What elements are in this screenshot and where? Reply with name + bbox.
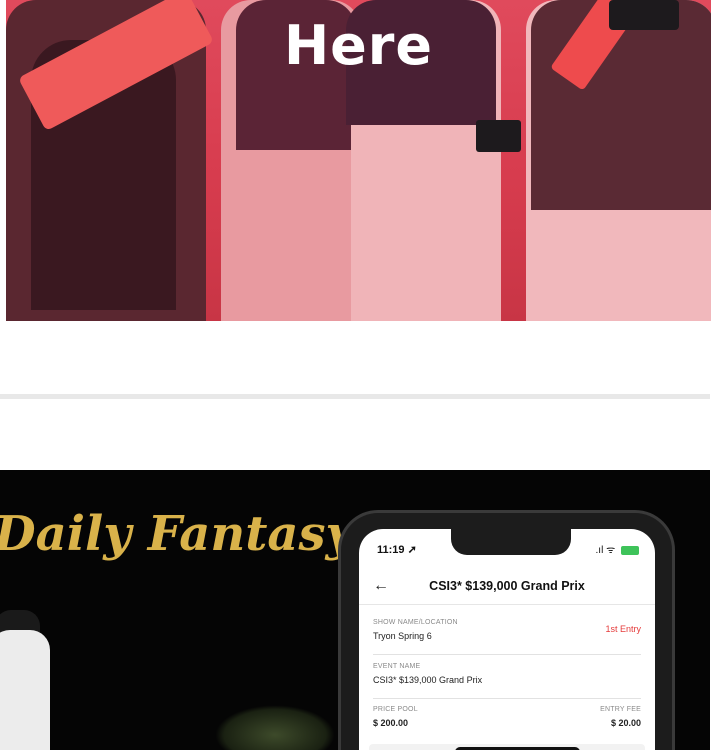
phone-notch xyxy=(451,529,571,555)
phone-screen: 11:19 ➚ .ıl ᯤ ← CSI3* $139,000 Grand Pri… xyxy=(359,529,655,750)
status-time: 11:19 ➚ xyxy=(377,544,417,556)
event-name-value: CSI3* $139,000 Grand Prix xyxy=(373,675,483,685)
section-divider xyxy=(0,394,710,399)
phone-mockup: 11:19 ➚ .ıl ᯤ ← CSI3* $139,000 Grand Pri… xyxy=(338,510,675,750)
status-icons: .ıl ᯤ xyxy=(596,542,639,556)
hero-banner[interactable]: Here xyxy=(6,0,711,321)
entry-badge: 1st Entry xyxy=(605,624,641,634)
entry-fee-wrap: ENTRY FEE $ 20.00 xyxy=(600,706,641,728)
app-header-title: CSI3* $139,000 Grand Prix xyxy=(429,579,585,593)
palm-tree xyxy=(215,705,335,750)
hero-trophy-plaque xyxy=(476,120,521,152)
rider-figure xyxy=(0,630,50,750)
battery-icon xyxy=(621,545,639,555)
entry-badge-wrap: 1st Entry xyxy=(605,619,641,637)
show-name-field: SHOW NAME/LOCATION Tryon Spring 6 1st En… xyxy=(373,619,641,655)
entry-fee-value: $ 20.00 xyxy=(610,718,641,728)
event-name-field: EVENT NAME CSI3* $139,000 Grand Prix xyxy=(373,663,641,699)
promo-title: Daily Fantasy xyxy=(0,506,354,562)
show-name-label: SHOW NAME/LOCATION xyxy=(373,619,458,626)
entry-fee-label: ENTRY FEE xyxy=(600,706,641,713)
show-name-value: Tryon Spring 6 xyxy=(373,631,432,641)
event-name-label: EVENT NAME xyxy=(373,663,421,670)
promo-banner[interactable]: Daily Fantasy 11:19 ➚ .ıl ᯤ ← CSI3* $139… xyxy=(0,470,710,750)
hero-title: Here xyxy=(283,14,434,77)
app-header: ← CSI3* $139,000 Grand Prix xyxy=(359,575,655,605)
page: Here Daily Fantasy 11:19 ➚ .ıl ᯤ ← CSI3*… xyxy=(0,0,714,750)
price-pool-field: PRICE POOL $ 200.00 ENTRY FEE $ 20.00 xyxy=(373,706,641,740)
bottom-bar xyxy=(369,744,645,750)
signal-wifi-icon: .ıl ᯤ xyxy=(595,545,616,556)
